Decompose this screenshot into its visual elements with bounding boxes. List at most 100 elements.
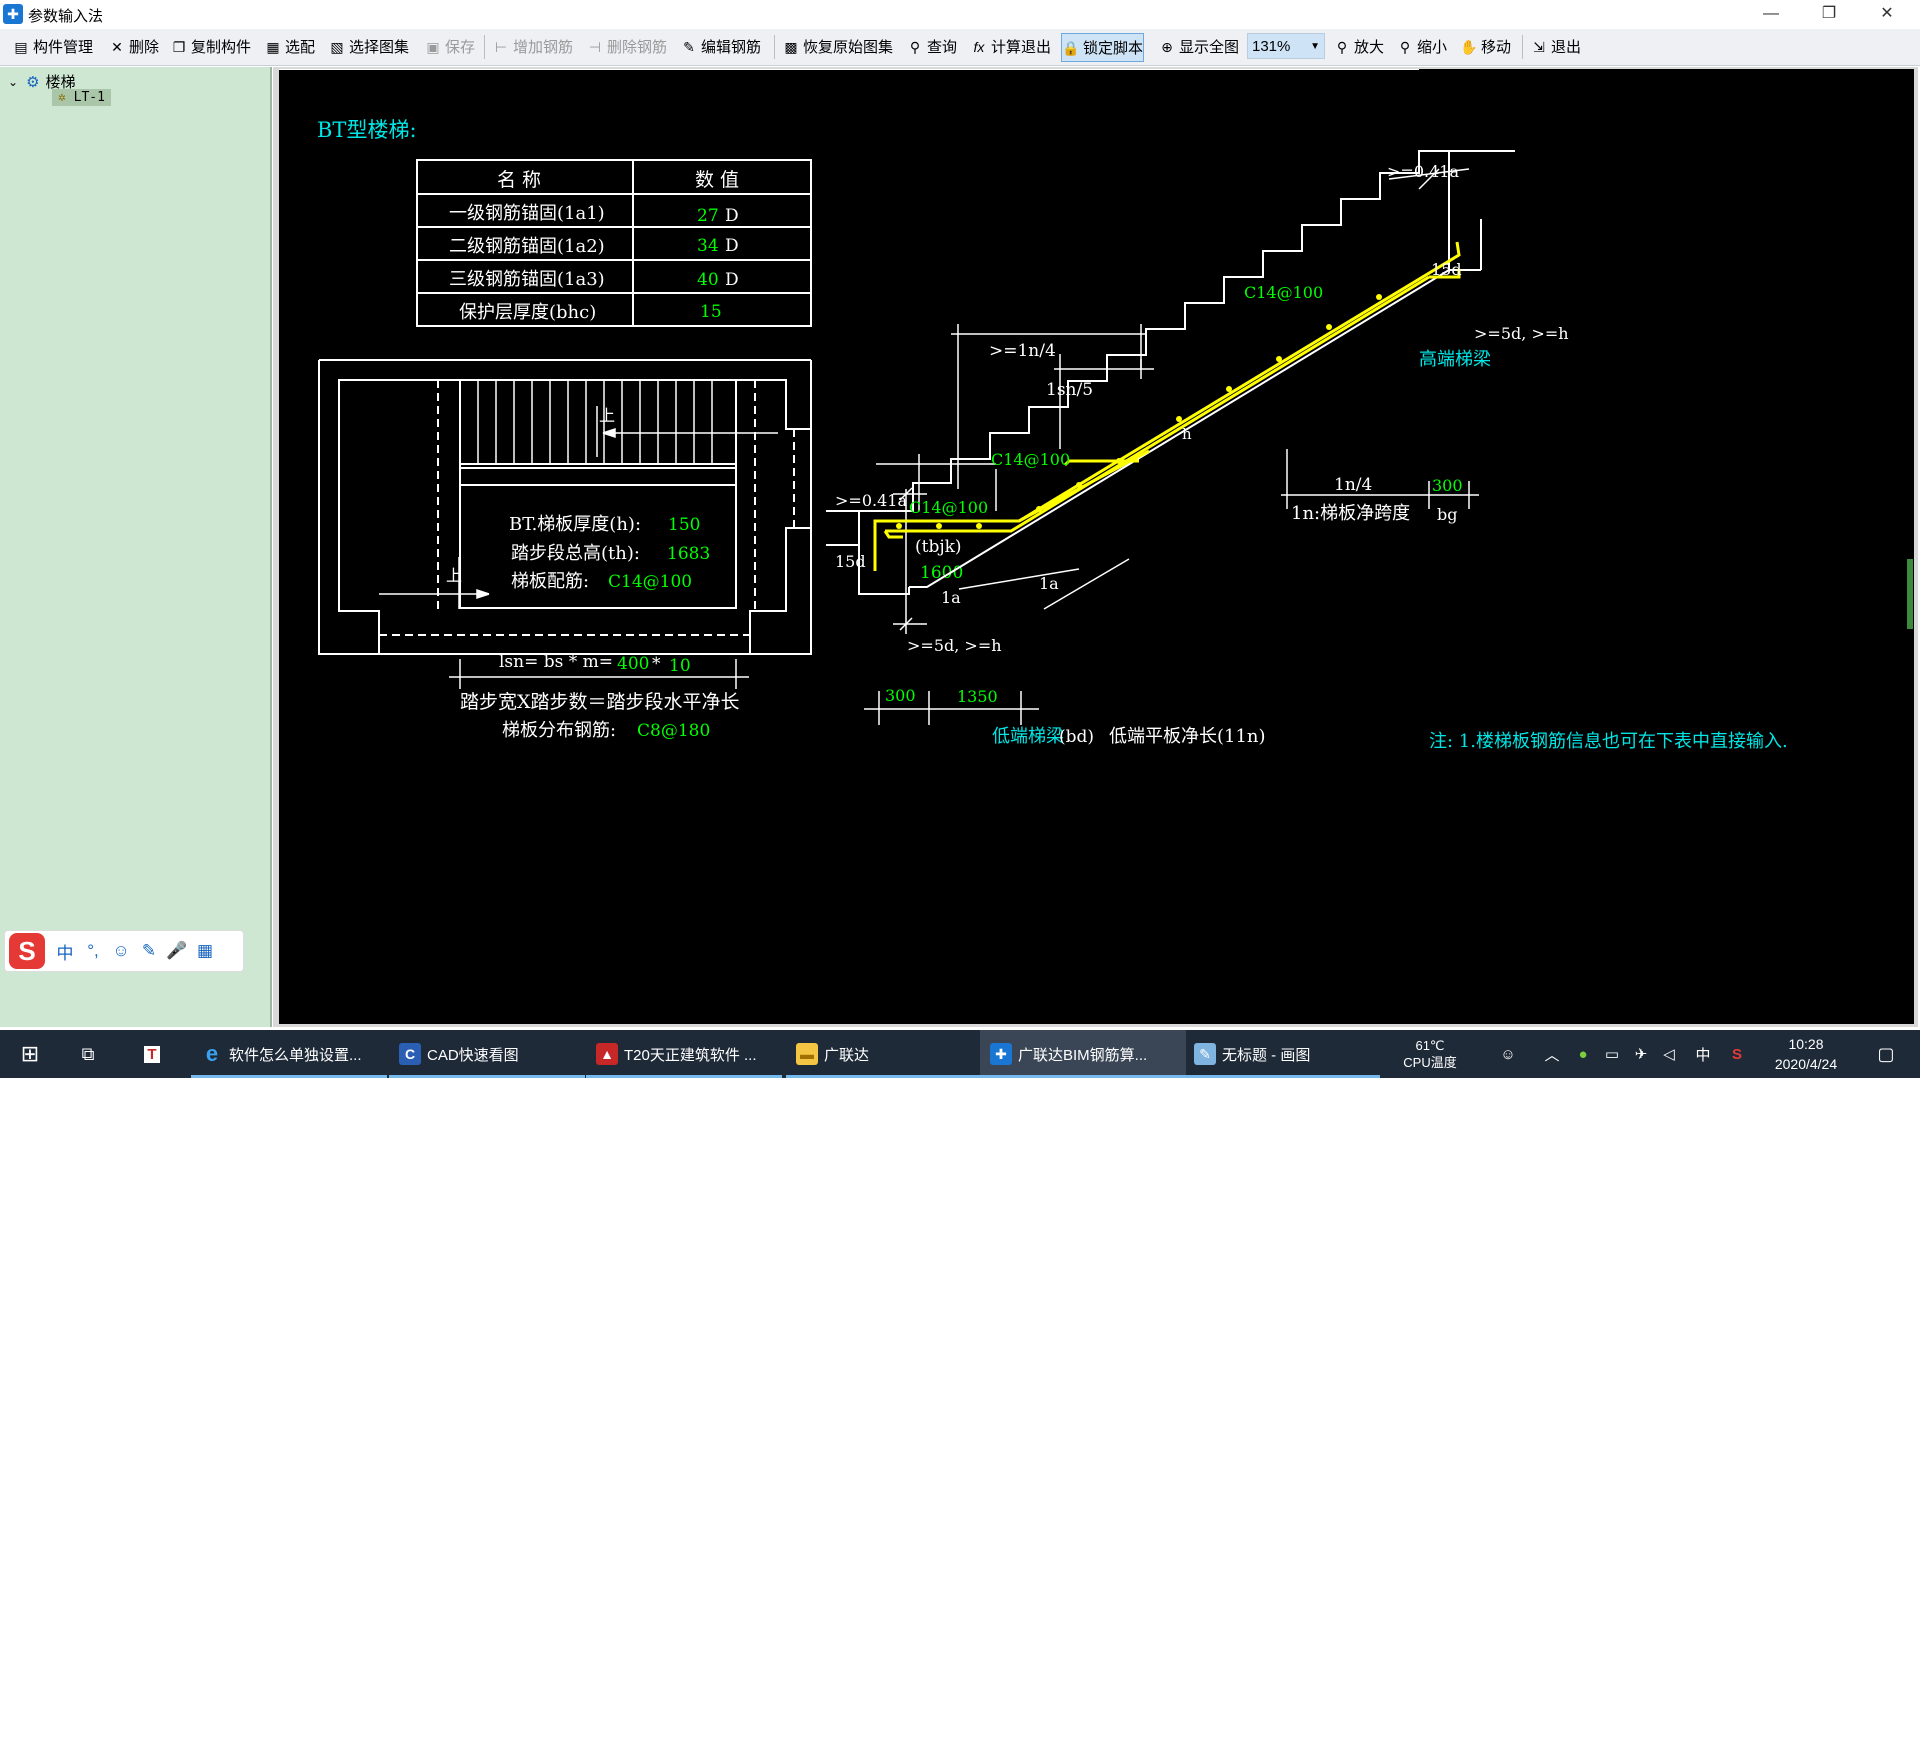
taskbar-app-folder[interactable]: ▬ 广联达 <box>786 1030 982 1078</box>
dist-rebar-value[interactable]: C8@180 <box>637 721 710 741</box>
cpu-temp-widget[interactable]: 61℃ CPU温度 <box>1390 1030 1470 1078</box>
chevron-up-icon[interactable]: ︿ <box>1538 1030 1566 1078</box>
title-bar: ✚ 参数输入法 — ❐ ✕ <box>0 0 1920 29</box>
delete-button[interactable]: ✕ 删除 <box>108 33 159 60</box>
zoom-out-button[interactable]: ⚲ 缩小 <box>1396 33 1447 60</box>
clock[interactable]: 10:28 2020/4/24 <box>1758 1030 1854 1078</box>
low-plat-length[interactable]: 1350 <box>957 687 998 706</box>
microphone-icon[interactable]: 🎤 <box>163 941 191 961</box>
table-row-value[interactable]: 34 <box>697 236 719 256</box>
rebar-mid-label[interactable]: C14@100 <box>991 450 1070 469</box>
query-button[interactable]: ⚲ 查询 <box>906 33 957 60</box>
atlas-icon: ▧ <box>330 38 344 55</box>
low-beam-width[interactable]: 300 <box>885 686 916 705</box>
taskbar-app-t20[interactable]: ▲ T20天正建筑软件 ... <box>586 1030 782 1078</box>
taskbar-app-edge[interactable]: e 软件怎么单独设置... <box>191 1030 387 1078</box>
lsn-label: lsn= bs * m= <box>499 652 613 672</box>
add-rebar-button[interactable]: ⊢ 增加钢筋 <box>492 33 573 60</box>
edge-icon: e <box>205 1041 219 1066</box>
binoculars-icon: ⚲ <box>909 38 921 55</box>
chevron-down-icon[interactable]: ⌄ <box>8 75 18 89</box>
component-tree: ⌄ ⚙ 楼梯 ✲ LT-1 <box>0 67 272 1027</box>
select-icon: ▦ <box>266 38 280 55</box>
ime-punct-toggle[interactable]: °, <box>79 941 107 961</box>
taskbar-app-glodon[interactable]: ✚ 广联达BIM钢筋算... <box>980 1030 1186 1078</box>
task-view-icon[interactable]: ⧉ <box>68 1030 108 1078</box>
notification-icon[interactable]: ▢ <box>1866 1030 1906 1078</box>
select-button[interactable]: ▦ 选配 <box>264 33 315 60</box>
bg-value[interactable]: 300 <box>1432 476 1463 495</box>
minimize-button[interactable]: — <box>1748 0 1794 29</box>
rebar-low-label[interactable]: C14@100 <box>909 498 988 517</box>
table-row-unit: D <box>725 270 739 290</box>
copy-component-button[interactable]: ❐ 复制构件 <box>170 33 251 60</box>
ln-desc-label: 1n:梯板净跨度 <box>1291 503 1410 524</box>
move-button[interactable]: ✋ 移动 <box>1460 33 1511 60</box>
glodon-app-icon: ✚ <box>3 4 23 24</box>
restore-atlas-button[interactable]: ▩ 恢复原始图集 <box>782 33 893 60</box>
rebar-top-label[interactable]: C14@100 <box>1244 283 1323 302</box>
stair-drawing: BT型楼梯: 名 称 数 值 一级钢筋锚固(1a1) 27 D 二级钢筋锚固(1… <box>279 68 1788 752</box>
ime-chinese-toggle[interactable]: 中 <box>51 939 79 964</box>
zoom-select[interactable]: 131% ▼ <box>1247 33 1325 59</box>
select-atlas-button[interactable]: ▧ 选择图集 <box>328 33 409 60</box>
tree-child-label: LT-1 <box>73 90 105 105</box>
table-header-name: 名 称 <box>497 169 541 191</box>
t20-pinned-icon[interactable]: T <box>130 1030 174 1078</box>
windows-start-icon[interactable]: ⊞ <box>10 1030 50 1078</box>
security-tray-icon[interactable]: ● <box>1569 1030 1597 1078</box>
table-row-name: 二级钢筋锚固(1a2) <box>449 236 605 257</box>
fx-icon: fx <box>973 38 985 55</box>
cad-canvas[interactable]: BT型楼梯: 名 称 数 值 一级钢筋锚固(1a1) 27 D 二级钢筋锚固(1… <box>279 68 1914 1024</box>
taskbar-app-paint[interactable]: ✎ 无标题 - 画图 <box>1184 1030 1380 1078</box>
bs-value[interactable]: 400 <box>617 654 649 674</box>
save-icon: ▣ <box>426 38 440 55</box>
table-row-unit: D <box>725 236 739 256</box>
show-all-button[interactable]: ⊕ 显示全图 <box>1158 33 1239 60</box>
left-anchor-label: >=0.41a <box>835 491 907 510</box>
times-symbol: * <box>652 654 661 674</box>
pen-icon[interactable]: ✎ <box>135 941 163 961</box>
emoji-icon[interactable]: ☺ <box>107 941 135 961</box>
restore-button[interactable]: ❐ <box>1806 0 1852 29</box>
plan-thickness-label: BT.梯板厚度(h): <box>509 514 641 535</box>
volume-icon[interactable]: ◁ <box>1655 1030 1683 1078</box>
table-header-value: 数 值 <box>695 169 739 191</box>
sogou-tray-icon[interactable]: S <box>1723 1030 1751 1078</box>
toolbar-separator <box>774 35 775 59</box>
low-plat-label: 低端平板净长(11n) <box>1109 726 1266 747</box>
ime-language-indicator[interactable]: 中 <box>1689 1030 1717 1078</box>
close-button[interactable]: ✕ <box>1864 0 1910 29</box>
people-icon[interactable]: ☺ <box>1494 1030 1522 1078</box>
airplane-icon[interactable]: ✈ <box>1627 1030 1655 1078</box>
table-row-value[interactable]: 40 <box>697 270 719 290</box>
toolbar-separator <box>484 35 485 59</box>
taskbar-app-cad-viewer[interactable]: C CAD快速看图 <box>389 1030 585 1078</box>
restore-icon: ▩ <box>784 38 798 55</box>
grid-icon[interactable]: ▦ <box>191 941 219 961</box>
m-value[interactable]: 10 <box>669 656 691 676</box>
canvas-scroll-handle[interactable] <box>1907 559 1913 629</box>
delete-rebar-button[interactable]: ⊣ 删除钢筋 <box>586 33 667 60</box>
table-row-value[interactable]: 15 <box>700 302 722 322</box>
lsn5-label: 1sn/5 <box>1046 380 1093 400</box>
calc-exit-button[interactable]: fx 计算退出 <box>970 33 1051 60</box>
plan-height-value[interactable]: 1683 <box>667 544 710 564</box>
drawing-title: BT型楼梯: <box>317 118 417 142</box>
low-bd-label: (bd) <box>1059 727 1094 747</box>
plan-thickness-value[interactable]: 150 <box>668 515 700 535</box>
sogou-logo[interactable]: S <box>9 933 45 969</box>
tree-node-lt1[interactable]: ✲ LT-1 <box>52 89 111 106</box>
copy-icon: ❐ <box>172 38 186 55</box>
edit-rebar-button[interactable]: ✎ 编辑钢筋 <box>680 33 761 60</box>
ln4-top-label: >=1n/4 <box>989 341 1056 361</box>
plan-rebar-value[interactable]: C14@100 <box>608 572 692 592</box>
tbjk-value[interactable]: 1600 <box>920 563 963 583</box>
save-button[interactable]: ▣ 保存 <box>424 33 475 60</box>
lock-script-button[interactable]: 🔒 锁定脚本 <box>1061 33 1145 62</box>
zoom-in-button[interactable]: ⚲ 放大 <box>1333 33 1384 60</box>
component-manage-button[interactable]: ▤ 构件管理 <box>12 33 93 60</box>
table-row-value[interactable]: 27 <box>697 206 719 226</box>
battery-icon[interactable]: ▭ <box>1598 1030 1626 1078</box>
exit-button[interactable]: ⇲ 退出 <box>1530 33 1581 60</box>
